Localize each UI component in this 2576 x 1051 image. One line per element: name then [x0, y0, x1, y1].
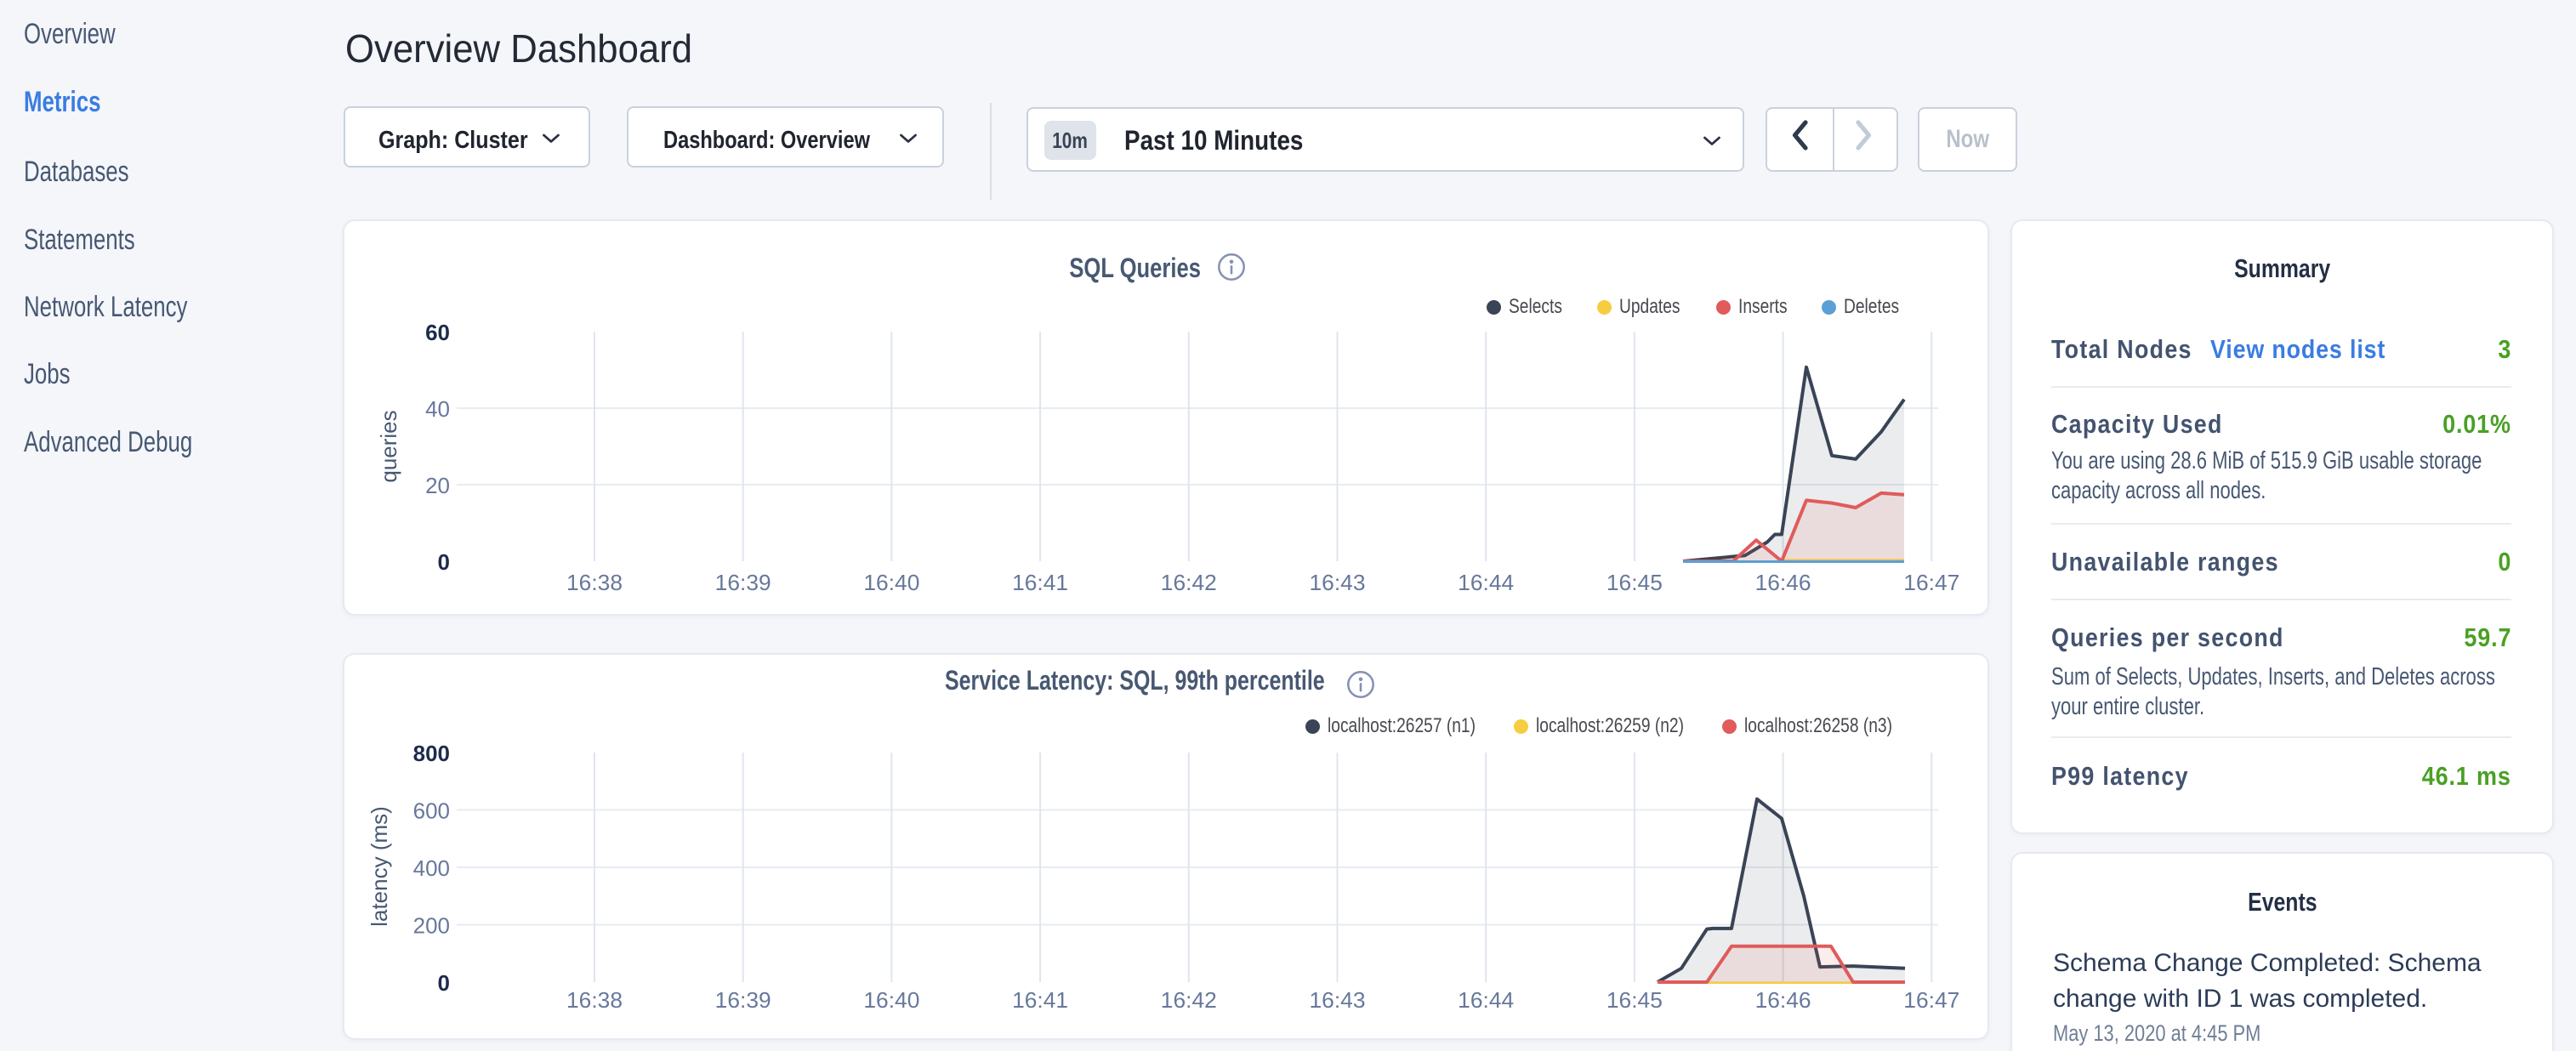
svg-text:16:46: 16:46: [1755, 570, 1811, 595]
svg-text:16:42: 16:42: [1161, 570, 1217, 595]
svg-text:16:39: 16:39: [715, 570, 771, 595]
svg-text:40: 40: [425, 396, 450, 422]
svg-text:16:42: 16:42: [1161, 987, 1217, 1013]
svg-text:600: 600: [413, 798, 450, 824]
svg-text:16:38: 16:38: [566, 987, 623, 1013]
svg-text:latency (ms): latency (ms): [367, 806, 392, 927]
svg-text:16:44: 16:44: [1458, 987, 1514, 1013]
svg-text:queries: queries: [376, 410, 401, 482]
svg-text:400: 400: [413, 855, 450, 881]
svg-text:16:47: 16:47: [1903, 987, 1959, 1013]
svg-text:16:45: 16:45: [1606, 570, 1663, 595]
svg-text:800: 800: [413, 741, 450, 766]
svg-text:16:39: 16:39: [715, 987, 771, 1013]
svg-text:16:38: 16:38: [566, 570, 623, 595]
svg-text:16:47: 16:47: [1903, 570, 1959, 595]
svg-text:20: 20: [425, 473, 450, 498]
svg-text:16:40: 16:40: [863, 987, 919, 1013]
svg-text:16:44: 16:44: [1458, 570, 1514, 595]
svg-text:16:45: 16:45: [1606, 987, 1663, 1013]
svg-text:16:43: 16:43: [1310, 987, 1366, 1013]
svg-text:60: 60: [425, 320, 450, 345]
svg-text:0: 0: [438, 549, 450, 575]
svg-text:16:43: 16:43: [1310, 570, 1366, 595]
svg-text:0: 0: [438, 970, 450, 996]
svg-text:200: 200: [413, 913, 450, 939]
svg-text:16:46: 16:46: [1755, 987, 1811, 1013]
svg-text:16:41: 16:41: [1012, 987, 1068, 1013]
svg-text:16:40: 16:40: [863, 570, 919, 595]
svg-text:16:41: 16:41: [1012, 570, 1068, 595]
